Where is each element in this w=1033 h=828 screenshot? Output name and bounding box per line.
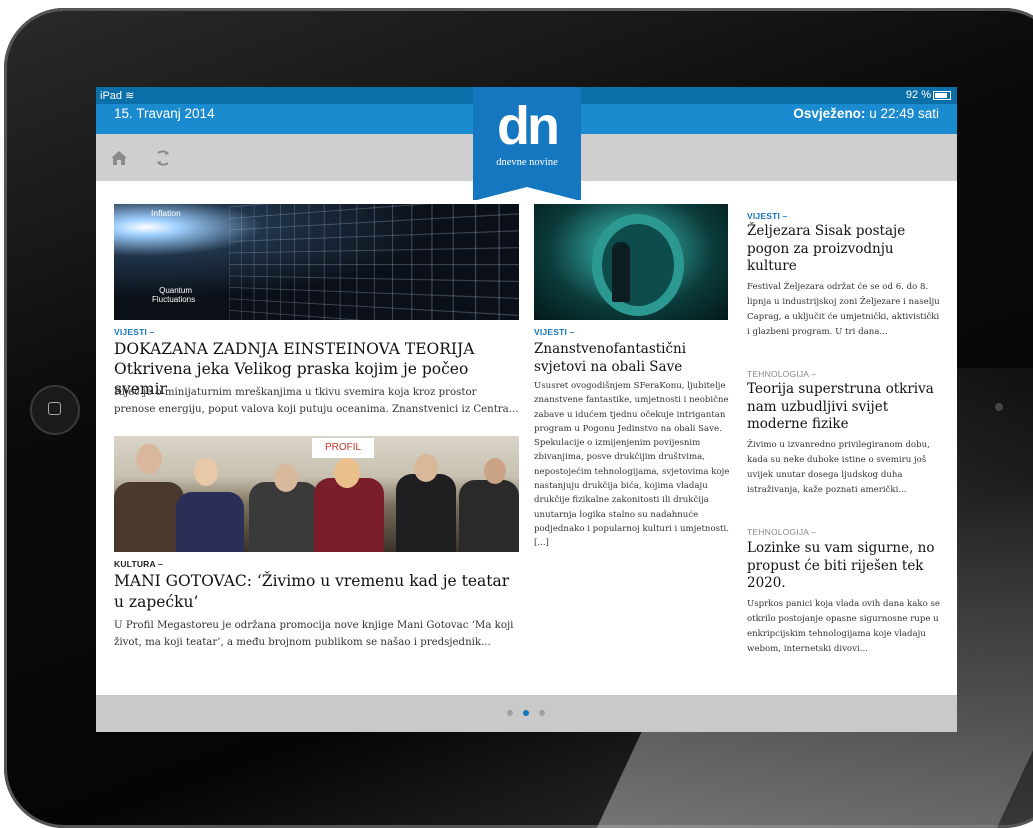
logo-mark: dn bbox=[497, 96, 560, 156]
article-image-panel[interactable]: PROFIL bbox=[114, 436, 519, 552]
date-label: 15. Travanj 2014 bbox=[114, 106, 215, 121]
page-indicator bbox=[96, 695, 957, 732]
page-dot-3[interactable] bbox=[539, 710, 545, 716]
logo-subtitle: dnevne novine bbox=[496, 157, 558, 168]
article-category: KULTURA – bbox=[114, 559, 164, 569]
article-excerpt: Festival Željezara održat će se od 6. do… bbox=[747, 282, 940, 337]
home-hardware-button[interactable] bbox=[30, 385, 80, 435]
article-excerpt: Ususret ovogodišnjem SFeraKonu, ljubitel… bbox=[534, 381, 730, 549]
image-label-inflation: Inflation bbox=[151, 208, 181, 218]
article-excerpt: Usprkos panici koja vlada ovih dana kako… bbox=[747, 599, 940, 654]
article-title[interactable]: MANI GOTOVAC: ‘Živimo u vremenu kad je t… bbox=[114, 571, 519, 613]
article-category: VIJESTI – bbox=[534, 327, 575, 337]
article-category: TEHNOLOGIJA – bbox=[747, 527, 817, 537]
camera bbox=[995, 403, 1003, 411]
article-category: TEHNOLOGIJA – bbox=[747, 369, 817, 379]
article-category: VIJESTI – bbox=[114, 327, 155, 337]
app-screen: iPad ≋ 22:49 92 % 15. Travanj 2014 Osvje… bbox=[96, 87, 957, 732]
article-image-scifi[interactable] bbox=[534, 204, 728, 320]
article-excerpt: Riječ je o minijaturnim mreškanjima u tk… bbox=[114, 387, 519, 415]
article-image-cosmos[interactable]: Inflation Quantum Fluctuations bbox=[114, 204, 519, 320]
refresh-status: Osvježeno: u 22:49 sati bbox=[793, 106, 939, 121]
article-title[interactable]: Znanstvenofantastični svjetovi na obali … bbox=[534, 340, 729, 376]
app-logo[interactable]: dn dnevne novine bbox=[473, 87, 581, 201]
article-title[interactable]: Lozinke su vam sigurne, no propust će bi… bbox=[747, 540, 942, 593]
status-battery: 92 % bbox=[906, 89, 951, 101]
article-title[interactable]: Željezara Sisak postaje pogon za proizvo… bbox=[747, 223, 942, 276]
article-excerpt: U Profil Megastoreu je održana promocija… bbox=[114, 620, 514, 648]
article-excerpt: Živimo u izvanredno privilegiranom dobu,… bbox=[747, 440, 930, 495]
refresh-icon[interactable] bbox=[154, 149, 172, 167]
image-label-quantum: Quantum Fluctuations bbox=[152, 286, 196, 304]
profil-sign: PROFIL bbox=[312, 438, 374, 458]
battery-icon bbox=[933, 90, 951, 100]
article-category: VIJESTI – bbox=[747, 211, 788, 221]
page-dot-1[interactable] bbox=[507, 710, 513, 716]
page-dot-2-active[interactable] bbox=[523, 710, 529, 716]
home-icon[interactable] bbox=[110, 150, 128, 166]
article-title[interactable]: Teorija superstruna otkriva nam uzbudlji… bbox=[747, 381, 947, 434]
